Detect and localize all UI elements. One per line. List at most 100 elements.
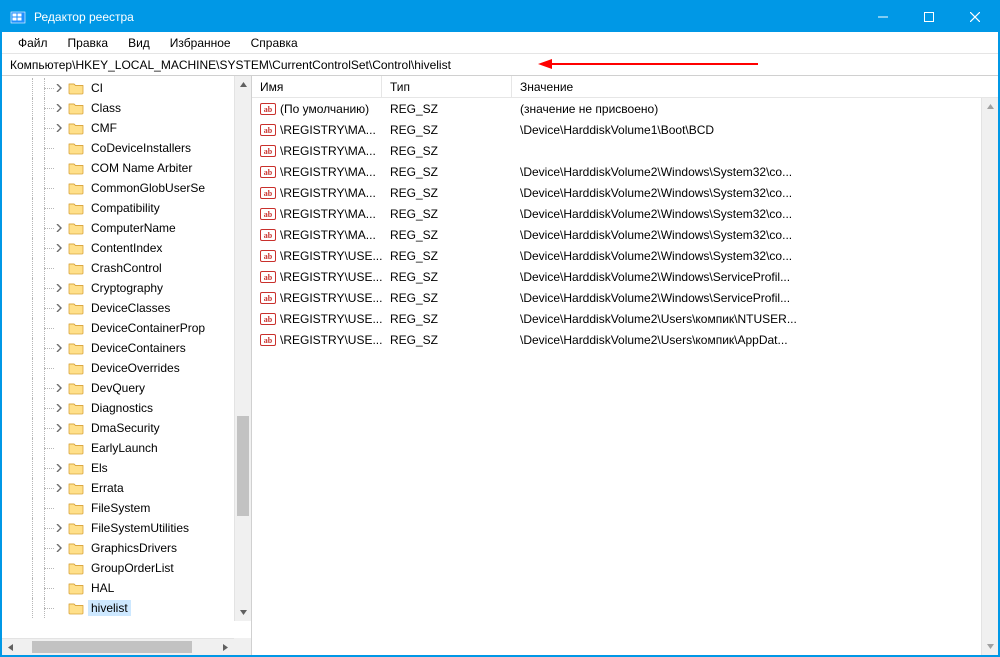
chevron-right-icon[interactable]	[52, 221, 66, 235]
value-name: (По умолчанию)	[280, 102, 369, 116]
chevron-right-icon[interactable]	[52, 401, 66, 415]
reg-string-icon: ab	[260, 101, 276, 117]
list-row[interactable]: ab\REGISTRY\MA...REG_SZ\Device\HarddiskV…	[252, 203, 998, 224]
tree-item[interactable]: hivelist	[2, 598, 251, 618]
scroll-up-icon[interactable]	[235, 76, 251, 93]
tree-item[interactable]: DmaSecurity	[2, 418, 251, 438]
list-row[interactable]: ab\REGISTRY\USE...REG_SZ\Device\Harddisk…	[252, 287, 998, 308]
tree-item-label: hivelist	[88, 600, 131, 616]
tree-item[interactable]: EarlyLaunch	[2, 438, 251, 458]
menu-file[interactable]: Файл	[8, 34, 58, 52]
tree-item[interactable]: Class	[2, 98, 251, 118]
address-input[interactable]	[8, 56, 998, 74]
tree-item[interactable]: GroupOrderList	[2, 558, 251, 578]
close-button[interactable]	[952, 2, 998, 32]
chevron-right-icon[interactable]	[52, 241, 66, 255]
chevron-right-icon[interactable]	[52, 101, 66, 115]
list-row[interactable]: ab\REGISTRY\MA...REG_SZ\Device\HarddiskV…	[252, 119, 998, 140]
value-type: REG_SZ	[382, 186, 512, 200]
list-row[interactable]: ab \REGISTRY\MA... REG_SZ	[252, 140, 998, 161]
minimize-button[interactable]	[860, 2, 906, 32]
svg-text:ab: ab	[264, 147, 273, 156]
tree-item[interactable]: DevQuery	[2, 378, 251, 398]
value-type: REG_SZ	[382, 312, 512, 326]
column-header-value[interactable]: Значение	[512, 76, 998, 97]
value-type: REG_SZ	[382, 249, 512, 263]
value-name: \REGISTRY\MA...	[280, 165, 376, 179]
tree-item[interactable]: CoDeviceInstallers	[2, 138, 251, 158]
column-header-name[interactable]: Имя	[252, 76, 382, 97]
tree-item[interactable]: DeviceContainerProp	[2, 318, 251, 338]
svg-text:ab: ab	[264, 315, 273, 324]
chevron-right-icon[interactable]	[52, 481, 66, 495]
tree-item[interactable]: Diagnostics	[2, 398, 251, 418]
menu-help[interactable]: Справка	[241, 34, 308, 52]
tree-item-label: CommonGlobUserSe	[88, 180, 208, 196]
menu-view[interactable]: Вид	[118, 34, 160, 52]
tree-horizontal-scrollbar[interactable]	[2, 638, 234, 655]
chevron-right-icon[interactable]	[52, 281, 66, 295]
scroll-left-icon[interactable]	[2, 639, 19, 656]
value-name: \REGISTRY\MA...	[280, 144, 376, 158]
tree-item[interactable]: FileSystem	[2, 498, 251, 518]
menu-favorites[interactable]: Избранное	[160, 34, 241, 52]
chevron-right-icon[interactable]	[52, 381, 66, 395]
value-type: REG_SZ	[382, 144, 512, 158]
scroll-right-icon[interactable]	[217, 639, 234, 656]
list-row[interactable]: ab\REGISTRY\MA...REG_SZ\Device\HarddiskV…	[252, 182, 998, 203]
list-row[interactable]: ab\REGISTRY\MA...REG_SZ\Device\HarddiskV…	[252, 161, 998, 182]
scrollbar-thumb[interactable]	[237, 416, 249, 516]
reg-string-icon: ab	[260, 227, 276, 243]
tree-item[interactable]: DeviceContainers	[2, 338, 251, 358]
chevron-right-icon[interactable]	[52, 541, 66, 555]
list-row[interactable]: ab\REGISTRY\USE...REG_SZ\Device\Harddisk…	[252, 245, 998, 266]
list-row[interactable]: ab\REGISTRY\USE...REG_SZ\Device\Harddisk…	[252, 266, 998, 287]
chevron-right-icon[interactable]	[52, 301, 66, 315]
scroll-down-icon[interactable]	[982, 638, 998, 655]
value-name: \REGISTRY\MA...	[280, 123, 376, 137]
tree-item[interactable]: COM Name Arbiter	[2, 158, 251, 178]
chevron-right-icon[interactable]	[52, 421, 66, 435]
chevron-right-icon[interactable]	[52, 461, 66, 475]
tree-item[interactable]: FileSystemUtilities	[2, 518, 251, 538]
chevron-right-icon[interactable]	[52, 521, 66, 535]
tree-item[interactable]: GraphicsDrivers	[2, 538, 251, 558]
reg-string-icon: ab	[260, 164, 276, 180]
tree-item[interactable]: Els	[2, 458, 251, 478]
folder-icon	[68, 341, 84, 355]
chevron-right-icon[interactable]	[52, 341, 66, 355]
tree-item-label: EarlyLaunch	[88, 440, 161, 456]
tree-item-label: CoDeviceInstallers	[88, 140, 194, 156]
tree-item[interactable]: ContentIndex	[2, 238, 251, 258]
tree-item[interactable]: CMF	[2, 118, 251, 138]
list-row[interactable]: ab\REGISTRY\USE...REG_SZ\Device\Harddisk…	[252, 308, 998, 329]
tree-item[interactable]: CrashControl	[2, 258, 251, 278]
maximize-button[interactable]	[906, 2, 952, 32]
tree-item[interactable]: DeviceClasses	[2, 298, 251, 318]
tree-item[interactable]: CI	[2, 78, 251, 98]
scrollbar-thumb[interactable]	[32, 641, 192, 653]
tree-item[interactable]: Compatibility	[2, 198, 251, 218]
list-row[interactable]: ab\REGISTRY\USE...REG_SZ\Device\Harddisk…	[252, 329, 998, 350]
tree-item-label: CMF	[88, 120, 120, 136]
tree-item[interactable]: Cryptography	[2, 278, 251, 298]
tree-item[interactable]: Errata	[2, 478, 251, 498]
column-header-type[interactable]: Тип	[382, 76, 512, 97]
tree-item[interactable]: DeviceOverrides	[2, 358, 251, 378]
tree-item[interactable]: HAL	[2, 578, 251, 598]
scroll-up-icon[interactable]	[982, 98, 998, 115]
tree-vertical-scrollbar[interactable]	[234, 76, 251, 621]
scrollbar-corner	[234, 638, 251, 655]
value-type: REG_SZ	[382, 291, 512, 305]
tree-item[interactable]: CommonGlobUserSe	[2, 178, 251, 198]
list-row[interactable]: ab(По умолчанию)REG_SZ(значение не присв…	[252, 98, 998, 119]
scroll-down-icon[interactable]	[235, 604, 251, 621]
chevron-right-icon[interactable]	[52, 81, 66, 95]
menu-edit[interactable]: Правка	[58, 34, 119, 52]
folder-icon	[68, 281, 84, 295]
list-row[interactable]: ab\REGISTRY\MA...REG_SZ\Device\HarddiskV…	[252, 224, 998, 245]
chevron-right-icon[interactable]	[52, 121, 66, 135]
folder-icon	[68, 581, 84, 595]
list-vertical-scrollbar[interactable]	[981, 98, 998, 655]
tree-item[interactable]: ComputerName	[2, 218, 251, 238]
